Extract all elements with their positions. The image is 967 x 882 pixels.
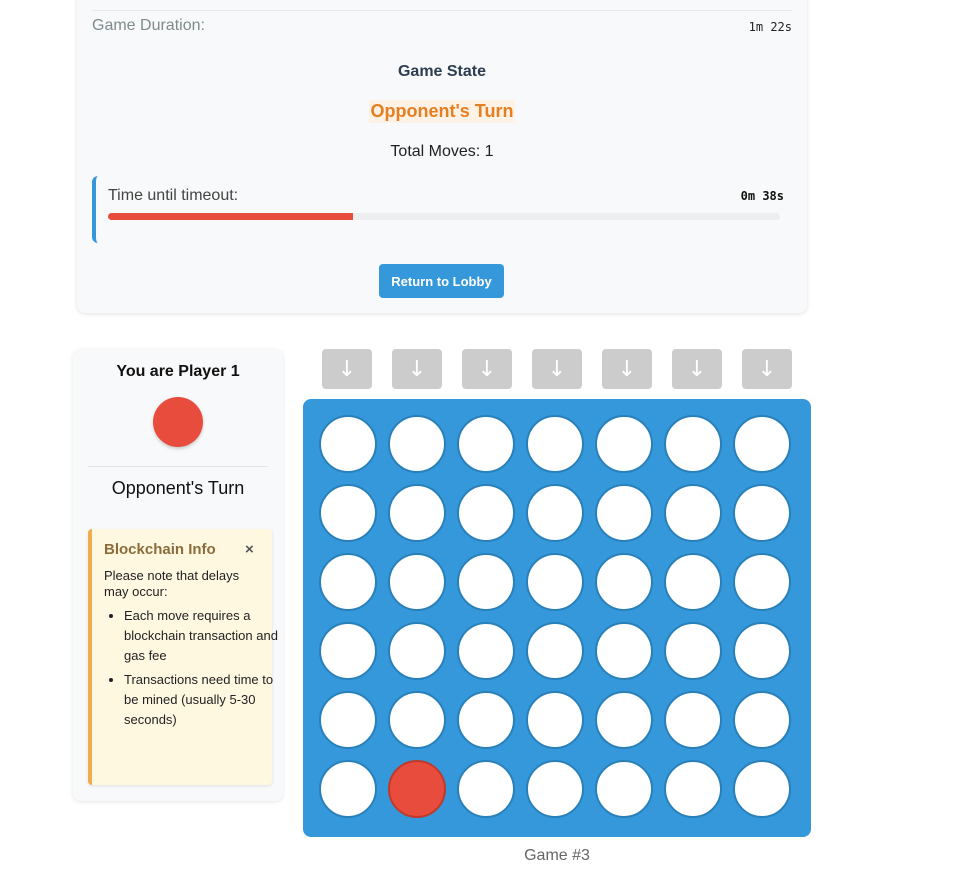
board-cell-empty[interactable] <box>664 553 722 611</box>
board-cell-empty[interactable] <box>595 760 653 818</box>
player-title: You are Player 1 <box>116 363 240 380</box>
board-cell-empty[interactable] <box>388 553 446 611</box>
board-cell-empty[interactable] <box>595 622 653 680</box>
blockchain-info-title: Blockchain Info <box>104 541 216 558</box>
board-cell-empty[interactable] <box>457 622 515 680</box>
board-cell-empty[interactable] <box>526 691 584 749</box>
board-cell-empty[interactable] <box>319 415 377 473</box>
drop-column-4-button[interactable]: ↓ <box>532 349 582 389</box>
timeout-progress-fill <box>108 213 354 220</box>
arrow-down-icon: ↓ <box>757 356 777 382</box>
board-cell-empty[interactable] <box>595 691 653 749</box>
panel-turn-status: Opponent's Turn <box>111 478 245 498</box>
game-duration-value: 1m 22s <box>748 20 792 34</box>
player-panel: You are Player 1 Opponent's Turn Blockch… <box>73 349 283 801</box>
timeout-value: 0m 38s <box>740 189 784 203</box>
divider <box>88 466 268 467</box>
game-state-title: Game State <box>397 63 487 80</box>
board-cell-empty[interactable] <box>733 415 791 473</box>
board-cell-empty[interactable] <box>733 484 791 542</box>
total-moves: Total Moves: 1 <box>390 143 494 160</box>
player-disc <box>153 397 203 447</box>
game-board <box>303 399 811 837</box>
blockchain-info-box: Blockchain Info × Please note that delay… <box>88 529 278 785</box>
board-cell-empty[interactable] <box>595 415 653 473</box>
drop-column-1-button[interactable]: ↓ <box>322 349 372 389</box>
board-cell-empty[interactable] <box>319 484 377 542</box>
board-cell-empty[interactable] <box>664 415 722 473</box>
list-item: Transactions need time to be mined (usua… <box>124 670 280 730</box>
blockchain-info-intro: Please note that delays may occur: <box>104 568 240 599</box>
game-duration-row: Game Duration: 1m 22s <box>92 10 792 41</box>
board-cell-empty[interactable] <box>457 760 515 818</box>
game-duration-label: Game Duration: <box>92 17 205 34</box>
timeout-box: Time until timeout: 0m 38s <box>92 176 784 243</box>
game-id-label: Game #3 <box>524 847 590 864</box>
arrow-down-icon: ↓ <box>617 356 637 382</box>
board-cell-empty[interactable] <box>526 553 584 611</box>
board-cell-player1-disc[interactable] <box>388 760 446 818</box>
board-cell-empty[interactable] <box>733 760 791 818</box>
timeout-progress-bar <box>108 213 780 220</box>
board-cell-empty[interactable] <box>526 760 584 818</box>
board-cell-empty[interactable] <box>457 415 515 473</box>
board-cell-empty[interactable] <box>319 622 377 680</box>
arrow-down-icon: ↓ <box>337 356 357 382</box>
board-cell-empty[interactable] <box>319 691 377 749</box>
arrow-down-icon: ↓ <box>477 356 497 382</box>
board-cell-empty[interactable] <box>526 415 584 473</box>
board-cell-empty[interactable] <box>319 553 377 611</box>
board-cell-empty[interactable] <box>664 760 722 818</box>
arrow-down-icon: ↓ <box>687 356 707 382</box>
close-icon[interactable]: × <box>245 541 254 558</box>
board-cell-empty[interactable] <box>388 691 446 749</box>
turn-status: Opponent's Turn <box>368 100 516 123</box>
blockchain-info-list: Each move requires a blockchain transact… <box>104 606 280 734</box>
board-cell-empty[interactable] <box>319 760 377 818</box>
board-cell-empty[interactable] <box>457 553 515 611</box>
drop-column-7-button[interactable]: ↓ <box>742 349 792 389</box>
arrow-down-icon: ↓ <box>547 356 567 382</box>
board-cell-empty[interactable] <box>526 484 584 542</box>
drop-column-6-button[interactable]: ↓ <box>672 349 722 389</box>
board-cell-empty[interactable] <box>733 622 791 680</box>
board-cell-empty[interactable] <box>457 484 515 542</box>
board-cell-empty[interactable] <box>664 484 722 542</box>
board-cell-empty[interactable] <box>388 484 446 542</box>
board-cell-empty[interactable] <box>595 553 653 611</box>
board-cell-empty[interactable] <box>664 691 722 749</box>
board-cell-empty[interactable] <box>664 622 722 680</box>
arrow-down-icon: ↓ <box>407 356 427 382</box>
drop-column-3-button[interactable]: ↓ <box>462 349 512 389</box>
game-status-card: Game Duration: 1m 22s Game State Opponen… <box>77 0 807 313</box>
list-item: Each move requires a blockchain transact… <box>124 606 280 666</box>
timeout-label: Time until timeout: <box>108 187 239 204</box>
board-cell-empty[interactable] <box>388 622 446 680</box>
board-cell-empty[interactable] <box>388 415 446 473</box>
board-cell-empty[interactable] <box>733 553 791 611</box>
board-cell-empty[interactable] <box>457 691 515 749</box>
board-cell-empty[interactable] <box>526 622 584 680</box>
return-to-lobby-button[interactable]: Return to Lobby <box>379 264 504 298</box>
drop-column-5-button[interactable]: ↓ <box>602 349 652 389</box>
drop-column-2-button[interactable]: ↓ <box>392 349 442 389</box>
board-cell-empty[interactable] <box>733 691 791 749</box>
board-cell-empty[interactable] <box>595 484 653 542</box>
